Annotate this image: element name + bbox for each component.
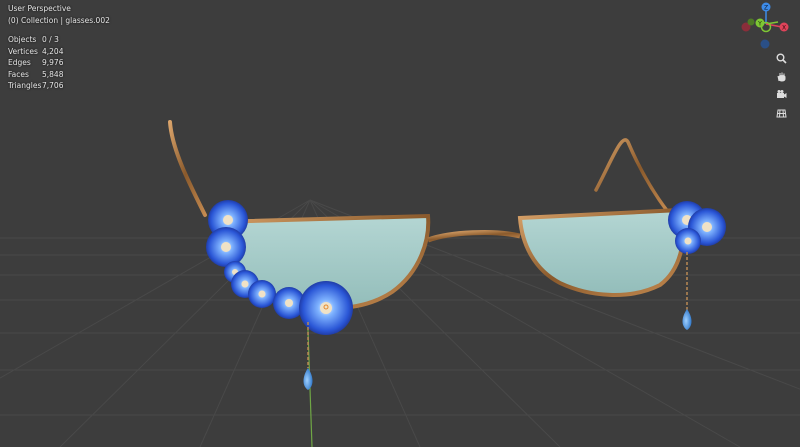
stat-label: Edges [8,58,31,67]
gizmo-z-label: Z [764,4,768,11]
stat-label: Triangles [8,81,42,90]
stat-row-objects: Objects 0 / 3 [8,34,110,46]
hand-pan-icon[interactable] [774,69,788,83]
3d-viewport[interactable]: User Perspective (0) Collection | glasse… [0,0,800,447]
gizmo-x-label: X [782,24,786,31]
stat-row-faces: Faces 5,848 [8,69,110,81]
stat-label: Objects [8,35,37,44]
camera-icon[interactable] [774,87,788,101]
viewport-grid [0,120,800,447]
grid-icon[interactable] [774,106,788,120]
stat-value: 0 / 3 [42,35,59,44]
gizmo-neg-y-axis[interactable] [747,18,755,26]
zoom-icon[interactable] [774,51,788,65]
stat-value: 5,848 [42,69,64,79]
viewport-info-overlay: User Perspective (0) Collection | glasse… [8,3,110,92]
stat-value: 7,706 [42,81,64,90]
collection-label: (0) Collection | glasses.002 [8,15,110,25]
stat-value: 9,976 [42,58,64,67]
gizmo-neg-z-axis[interactable] [760,39,770,49]
stat-row-triangles: Triangles 7,706 [8,80,110,92]
stat-label: Faces [8,69,29,79]
stat-label: Vertices [8,46,38,56]
stat-value: 4,204 [42,46,64,56]
navigation-gizmo[interactable]: Z Y X [738,0,794,56]
perspective-label: User Perspective [8,4,71,13]
stat-row-vertices: Vertices 4,204 [8,46,110,58]
stat-row-edges: Edges 9,976 [8,57,110,69]
